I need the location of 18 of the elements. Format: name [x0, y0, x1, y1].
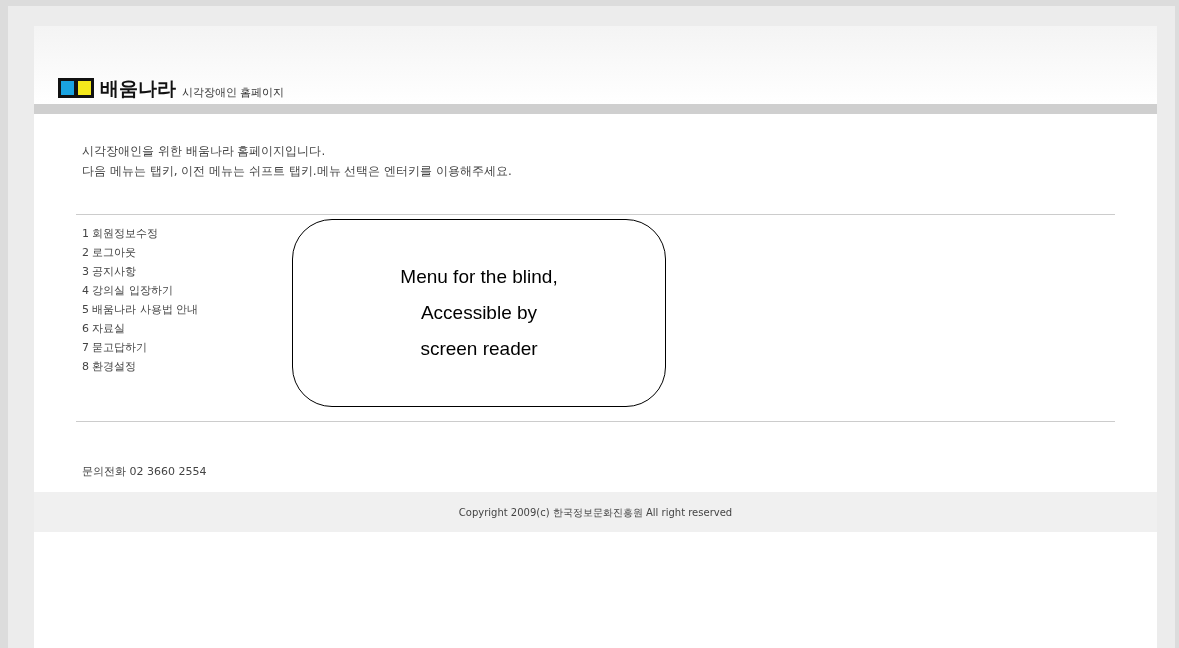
site-subtitle: 시각장애인 홈페이지: [182, 87, 285, 98]
callout-text: Menu for the blind,: [400, 266, 558, 288]
menu-link[interactable]: 7 묻고답하기: [82, 338, 148, 357]
site-logo-text: 배움나라: [100, 79, 176, 98]
logo-icon: [58, 78, 94, 98]
contact-phone: 문의전화 02 3660 2554: [82, 465, 207, 478]
menu-link[interactable]: 8 환경설정: [82, 357, 137, 376]
menu-link[interactable]: 2 로그아웃: [82, 243, 137, 262]
intro-text: 시각장애인을 위한 배움나라 홈페이지입니다.: [82, 143, 327, 160]
menu-link[interactable]: 6 자료실: [82, 319, 126, 338]
menu-link[interactable]: 3 공지사항: [82, 262, 137, 281]
menu-link[interactable]: 5 배움나라 사용법 안내: [82, 300, 199, 319]
callout-text: screen reader: [420, 338, 538, 360]
intro-text: 다음 메뉴는 탭키, 이전 메뉴는 쉬프트 탭키.메뉴 선택은 엔터키를 이용해주세요.: [82, 163, 513, 180]
menu-link[interactable]: 1 회원정보수정: [82, 224, 159, 243]
copyright-text: Copyright 2009(c) 한국정보문화진흥원 All right reserved: [458, 505, 733, 520]
menu-link[interactable]: 4 강의실 입장하기: [82, 281, 173, 300]
callout-text: Accessible by: [420, 302, 538, 324]
